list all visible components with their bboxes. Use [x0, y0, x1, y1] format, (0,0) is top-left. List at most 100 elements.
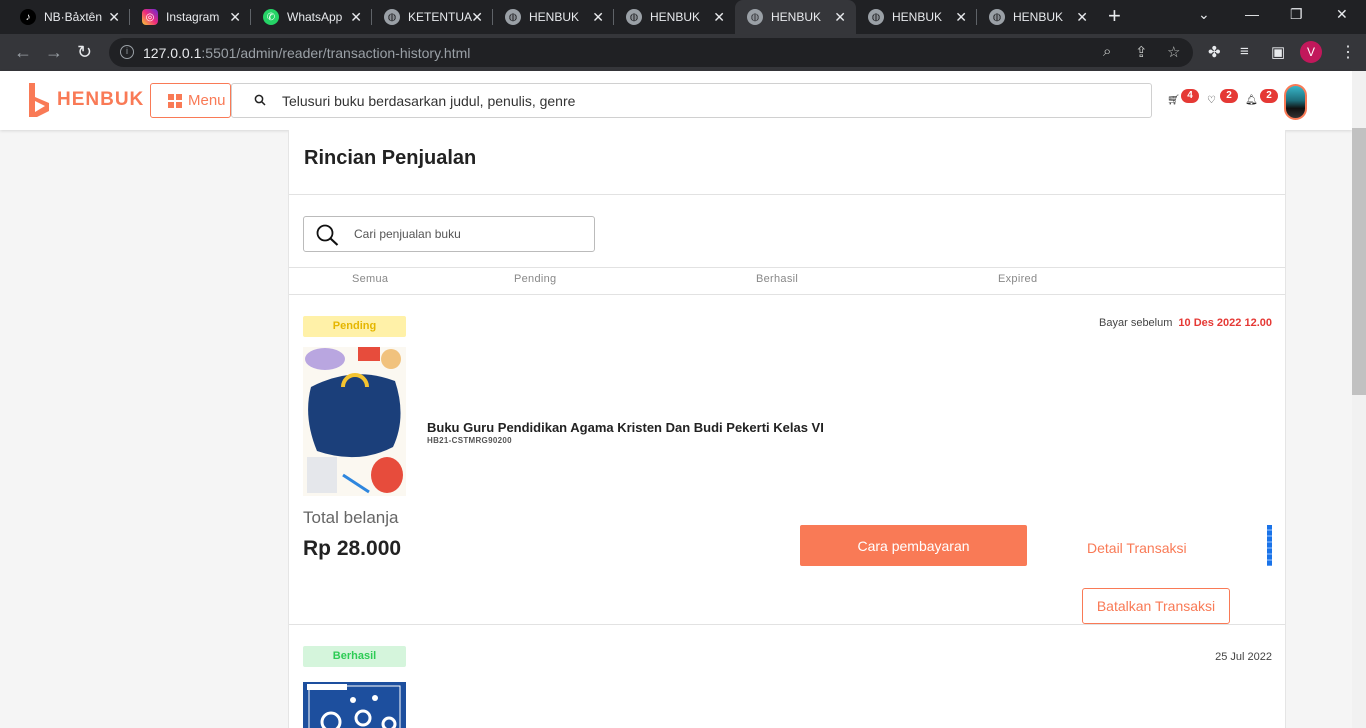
browser-tab-active[interactable]: ◍ HENBUK ✕ [735, 0, 856, 34]
profile-avatar[interactable]: V [1300, 41, 1322, 63]
menu-label: Menu [188, 92, 226, 109]
browser-tab[interactable]: ♪ NB·Bảxtên ✕ [8, 0, 130, 34]
status-badge-success: Berhasil [303, 646, 406, 667]
reload-icon[interactable]: ↻ [77, 42, 92, 62]
tab-title: KETENTUA [408, 10, 473, 24]
book-title[interactable]: Buku Guru Pendidikan Agama Kristen Dan B… [427, 420, 824, 435]
restore-icon[interactable]: ❐ [1290, 6, 1303, 23]
notification-count-badge: 2 [1260, 89, 1278, 103]
globe-icon: ◍ [747, 9, 763, 25]
brand-logo[interactable]: HENBUK [27, 81, 144, 119]
page-title: Rincian Penjualan [304, 147, 477, 169]
cart-icon[interactable]: 🛒︎ [1167, 95, 1180, 106]
bell-icon[interactable]: 🔔︎ [1245, 95, 1258, 106]
deadline-date: 10 Des 2022 12.00 [1178, 317, 1272, 329]
url-text: 127.0.0.1:5501/admin/reader/transaction-… [143, 45, 471, 61]
close-tab-icon[interactable]: ✕ [471, 9, 483, 25]
transaction-detail-link[interactable]: Detail Transaksi [1087, 540, 1187, 556]
address-bar[interactable]: i 127.0.0.1:5501/admin/reader/transactio… [109, 38, 1193, 67]
grid-icon [168, 93, 182, 108]
divider [289, 294, 1285, 295]
book-cover-art [303, 347, 406, 496]
close-tab-icon[interactable]: ✕ [834, 9, 846, 25]
globe-icon: ◍ [626, 9, 642, 25]
browser-tab[interactable]: ◍ HENBUK ✕ [614, 0, 735, 34]
bookmark-star-icon[interactable]: ☆ [1167, 43, 1180, 61]
search-icon [316, 224, 339, 246]
browser-tab-strip: ♪ NB·Bảxtên ✕ ◎ Instagram ✕ ✆ WhatsApp ✕… [0, 0, 1366, 34]
forward-icon[interactable]: → [45, 42, 63, 62]
header-search-input[interactable] [282, 89, 1142, 113]
tab-pending[interactable]: Pending [514, 273, 556, 285]
focus-indicator [1267, 525, 1272, 566]
site-info-icon[interactable]: i [120, 45, 134, 59]
app-header: HENBUK Menu 🛒︎ 4 ♡ 2 🔔︎ 2 [0, 71, 1352, 130]
browser-tab[interactable]: ◍ HENBUK ✕ [493, 0, 614, 34]
sales-search-input[interactable] [354, 226, 584, 242]
book-cover[interactable] [303, 682, 406, 728]
user-avatar[interactable] [1284, 84, 1307, 120]
cart-count-badge: 4 [1181, 89, 1199, 103]
tab-semua[interactable]: Semua [352, 273, 388, 285]
close-tab-icon[interactable]: ✕ [108, 9, 120, 25]
heart-icon[interactable]: ♡ [1207, 95, 1216, 106]
share-icon[interactable]: ⇪ [1135, 43, 1148, 61]
browser-toolbar: ← → ↻ i 127.0.0.1:5501/admin/reader/tran… [0, 34, 1366, 71]
total-value: Rp 28.000 [303, 537, 402, 560]
tiktok-icon: ♪ [20, 9, 36, 25]
minimize-icon[interactable]: — [1245, 6, 1259, 22]
book-code: HB21-CSTMRG90200 [427, 436, 512, 445]
side-panel-icon[interactable]: ▣ [1271, 43, 1285, 61]
henbuk-logo-icon [29, 83, 49, 117]
order-date: 25 Jul 2022 [1215, 651, 1272, 663]
brand-name: HENBUK [57, 89, 145, 110]
sales-search [303, 216, 595, 252]
deadline-label: Bayar sebelum [1099, 317, 1173, 329]
globe-icon: ◍ [989, 9, 1005, 25]
globe-icon: ◍ [868, 9, 884, 25]
browser-tab[interactable]: ✆ WhatsApp ✕ [251, 0, 372, 34]
tab-title: Instagram [166, 10, 220, 24]
divider [289, 267, 1285, 268]
tab-title: NB·Bảxtên [44, 10, 103, 24]
close-tab-icon[interactable]: ✕ [713, 9, 725, 25]
browser-tab[interactable]: ◍ HENBUK ✕ [856, 0, 977, 34]
status-badge-pending: Pending [303, 316, 406, 337]
payment-deadline: Bayar sebelum 10 Des 2022 12.00 [1099, 317, 1272, 329]
tab-expired[interactable]: Expired [998, 273, 1037, 285]
close-tab-icon[interactable]: ✕ [229, 9, 241, 25]
browser-tab[interactable]: ◎ Instagram ✕ [130, 0, 251, 34]
globe-icon: ◍ [384, 9, 400, 25]
new-tab-button[interactable]: + [1108, 5, 1121, 27]
tab-title: HENBUK [529, 10, 580, 24]
reading-list-icon[interactable]: ≡ [1240, 43, 1249, 60]
close-tab-icon[interactable]: ✕ [1076, 9, 1088, 25]
book-cover[interactable] [303, 347, 406, 496]
divider [289, 624, 1285, 625]
tab-title: HENBUK [771, 10, 822, 24]
globe-icon: ◍ [505, 9, 521, 25]
whatsapp-icon: ✆ [263, 9, 279, 25]
browser-tab[interactable]: ◍ KETENTUA ✕ [372, 0, 493, 34]
zoom-icon[interactable]: ⌕ [1103, 43, 1111, 60]
tab-title: HENBUK [1013, 10, 1064, 24]
close-tab-icon[interactable]: ✕ [592, 9, 604, 25]
menu-button[interactable]: Menu [150, 83, 231, 118]
browser-tab[interactable]: ◍ HENBUK ✕ [977, 0, 1098, 34]
sales-detail-card: Rincian Penjualan Semua Pending Berhasil… [288, 130, 1286, 728]
tab-search-chevron-icon[interactable]: ⌄ [1198, 6, 1210, 23]
close-tab-icon[interactable]: ✕ [350, 9, 362, 25]
tab-title: HENBUK [892, 10, 943, 24]
page-scrollbar-thumb[interactable] [1352, 128, 1366, 395]
tab-berhasil[interactable]: Berhasil [756, 273, 798, 285]
divider [289, 194, 1285, 195]
cancel-transaction-button[interactable]: Batalkan Transaksi [1082, 588, 1230, 624]
browser-menu-icon[interactable]: ⋮ [1340, 42, 1356, 62]
search-icon [254, 94, 266, 106]
close-window-icon[interactable]: ✕ [1336, 6, 1348, 23]
instagram-icon: ◎ [142, 9, 158, 25]
payment-method-button[interactable]: Cara pembayaran [800, 525, 1027, 566]
back-icon[interactable]: ← [14, 42, 32, 62]
extensions-icon[interactable]: ✤ [1208, 43, 1221, 61]
close-tab-icon[interactable]: ✕ [955, 9, 967, 25]
